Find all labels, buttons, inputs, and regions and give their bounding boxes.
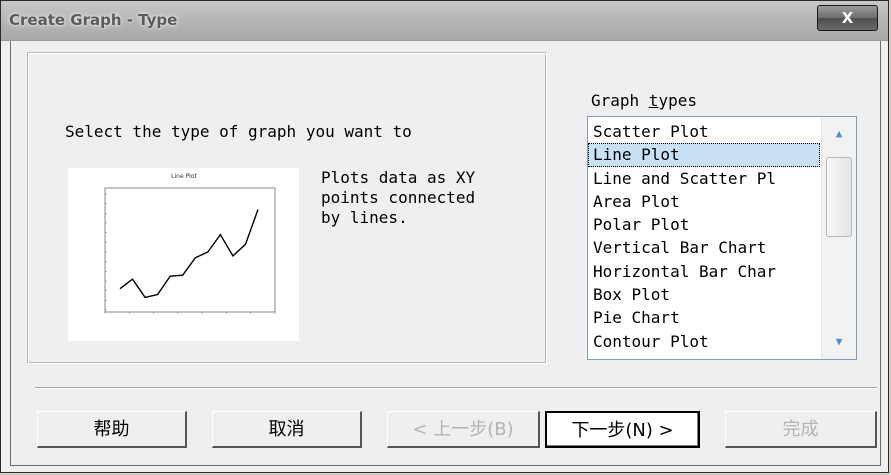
window-title: Create Graph - Type: [9, 11, 178, 29]
instruction-text: Select the type of graph you want to: [65, 122, 412, 141]
preview-plot-frame: [104, 187, 276, 313]
graph-type-item[interactable]: Pie Chart: [588, 306, 820, 329]
graph-type-item[interactable]: Area Plot: [588, 190, 820, 213]
help-button[interactable]: 帮助: [37, 411, 187, 448]
graph-type-item[interactable]: Contour Plot: [588, 330, 820, 353]
graph-type-item[interactable]: Scatter Plot: [588, 120, 820, 143]
graph-type-item[interactable]: Horizontal Bar Char: [588, 260, 820, 283]
button-divider: [35, 387, 877, 389]
graph-types-listbox[interactable]: Scatter Plot Line Plot Line and Scatter Pl…: [587, 116, 857, 360]
graph-description: Plots data as XY points connected by lin…: [321, 168, 476, 227]
cancel-button[interactable]: 取消: [212, 411, 362, 448]
graph-type-item[interactable]: Line and Scatter Pl: [588, 167, 820, 190]
next-button[interactable]: 下一步(N) >: [545, 411, 700, 448]
finish-button[interactable]: 完成: [725, 411, 877, 448]
graph-type-item[interactable]: Polar Plot: [588, 213, 820, 236]
graph-types-label: Graph types: [591, 91, 697, 110]
scroll-down-arrow-icon[interactable]: ▼: [822, 333, 856, 351]
preview-chart-title: Line Plot: [171, 173, 197, 180]
close-button[interactable]: X: [817, 5, 878, 31]
title-bar[interactable]: Create Graph - Type X: [1, 1, 888, 41]
graph-type-item[interactable]: Box Plot: [588, 283, 820, 306]
graph-type-item[interactable]: Line Plot: [588, 143, 820, 167]
graph-types-list: Scatter Plot Line Plot Line and Scatter Pl…: [588, 120, 820, 353]
back-button[interactable]: < 上一步(B): [387, 411, 540, 448]
graph-preview-image: Line Plot: [68, 168, 299, 341]
scroll-thumb[interactable]: [826, 157, 852, 237]
listbox-scrollbar[interactable]: ▲ ▼: [821, 117, 856, 359]
scroll-up-arrow-icon[interactable]: ▲: [822, 125, 856, 143]
preview-chart: Line Plot: [104, 173, 276, 314]
graph-type-item[interactable]: Vertical Bar Chart: [588, 236, 820, 259]
